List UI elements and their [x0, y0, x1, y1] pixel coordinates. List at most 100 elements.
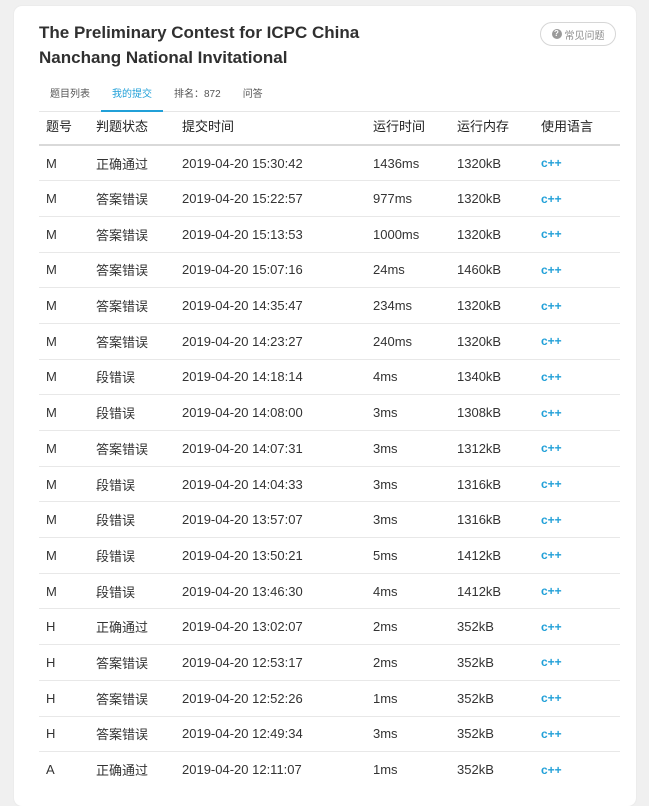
question-circle-icon: ? — [551, 29, 562, 39]
run-time-cell: 3ms — [366, 394, 450, 431]
problem-id-cell: M — [39, 501, 89, 539]
status-cell: 段错误 — [89, 537, 175, 574]
status-cell: 答案错误 — [89, 716, 175, 753]
run-time-cell: 234ms — [366, 287, 450, 324]
status-cell: 答案错误 — [89, 430, 175, 467]
table-body: M 正确通过 2019-04-20 15:30:42 1436ms 1320kB c++ M… — [39, 145, 620, 787]
run-time-cell: 4ms — [366, 573, 450, 610]
faq-button[interactable]: ? 常见问题 — [540, 22, 616, 46]
run-time-cell: 2ms — [366, 608, 450, 646]
language-link[interactable]: c++ — [534, 430, 620, 467]
memory-cell: 1308kB — [450, 394, 534, 431]
status-cell: 段错误 — [89, 359, 175, 396]
submit-time-cell: 2019-04-20 14:08:00 — [175, 394, 366, 431]
table-row: M 段错误 2019-04-20 13:46:30 4ms 1412kB c++ — [39, 573, 620, 610]
run-time-cell: 5ms — [366, 537, 450, 574]
submit-time-cell: 2019-04-20 14:18:14 — [175, 359, 366, 396]
run-time-cell: 2ms — [366, 644, 450, 681]
problem-id-cell: M — [39, 145, 89, 182]
language-link[interactable]: c++ — [534, 216, 620, 253]
submit-time-cell: 2019-04-20 15:13:53 — [175, 216, 366, 253]
submit-time-cell: 2019-04-20 15:22:57 — [175, 180, 366, 217]
status-cell: 正确通过 — [89, 145, 175, 182]
language-link[interactable]: c++ — [534, 359, 620, 396]
memory-cell: 1316kB — [450, 501, 534, 539]
problem-id-cell: M — [39, 359, 89, 396]
submit-time-cell: 2019-04-20 12:11:07 — [182, 762, 302, 778]
table-row: M 答案错误 2019-04-20 15:07:16 24ms 1460kB c++ — [39, 252, 620, 289]
language-link[interactable]: c++ — [534, 716, 620, 753]
problem-id-cell: M — [39, 466, 89, 503]
language-link[interactable]: c++ — [534, 537, 620, 574]
header-run-time: 运行时间 — [366, 107, 450, 146]
language-link[interactable]: c++ — [534, 501, 620, 539]
problem-id-cell: M — [39, 252, 89, 289]
memory-cell: 1460kB — [450, 252, 534, 289]
language-link[interactable]: c++ — [534, 573, 620, 610]
memory-cell: 1320kB — [450, 145, 534, 182]
language-link[interactable]: c++ — [534, 466, 620, 503]
language-link[interactable]: c++ — [534, 752, 620, 788]
status-cell: 段错误 — [89, 394, 175, 431]
problem-id-cell: M — [39, 287, 89, 324]
problem-id-cell: H — [39, 608, 89, 646]
run-time-cell: 4ms — [366, 359, 450, 396]
memory-cell: 1320kB — [450, 216, 534, 253]
submit-time-cell: 2019-04-20 12:52:26 — [175, 680, 366, 717]
table-row: M 段错误 2019-04-20 14:04:33 3ms 1316kB c++ — [39, 466, 620, 503]
status-cell: 答案错误 — [89, 323, 175, 360]
language-link[interactable]: c++ — [534, 145, 620, 182]
submit-time-cell: 2019-04-20 13:50:21 — [175, 537, 366, 574]
table-row: M 正确通过 2019-04-20 15:30:42 1436ms 1320kB c++ — [39, 145, 620, 182]
run-time-cell: 1ms — [366, 680, 450, 717]
memory-cell: 352kB — [450, 680, 534, 717]
table-row: M 答案错误 2019-04-20 14:07:31 3ms 1312kB c++ — [39, 430, 620, 467]
language-link[interactable]: c++ — [534, 252, 620, 289]
status-cell: 段错误 — [89, 466, 175, 503]
submit-time-cell: 2019-04-20 13:02:07 — [175, 608, 366, 646]
status-cell: 答案错误 — [89, 644, 175, 681]
status-cell: 答案错误 — [89, 287, 175, 324]
faq-label: 常见问题 — [564, 30, 605, 42]
table-row: A 正确通过 2019-04-20 12:11:07 1ms 352kB c++ — [39, 752, 620, 788]
language-link[interactable]: c++ — [534, 323, 620, 360]
memory-cell: 1320kB — [450, 323, 534, 360]
table-row: M 答案错误 2019-04-20 15:13:53 1000ms 1320kB c++ — [39, 216, 620, 253]
contest-title: The Preliminary Contest for ICPC China N… — [39, 23, 360, 67]
problem-id-cell: H — [39, 644, 89, 681]
table-row: M 段错误 2019-04-20 13:57:07 3ms 1316kB c++ — [39, 501, 620, 539]
submit-time-cell: 2019-04-20 12:49:34 — [175, 716, 366, 753]
problem-id-cell: H — [39, 716, 89, 753]
language-link[interactable]: c++ — [534, 394, 620, 431]
submit-time-cell: 2019-04-20 12:53:17 — [175, 644, 366, 681]
language-link[interactable]: c++ — [534, 644, 620, 681]
table-row: M 答案错误 2019-04-20 14:35:47 234ms 1320kB c++ — [39, 287, 620, 324]
problem-id-cell: A — [46, 762, 55, 778]
memory-cell: 1316kB — [450, 466, 534, 503]
status-cell: 段错误 — [89, 573, 175, 610]
header-memory: 运行内存 — [450, 107, 534, 146]
run-time-cell: 3ms — [366, 466, 450, 503]
memory-cell: 352kB — [457, 762, 494, 778]
status-cell: 答案错误 — [89, 216, 175, 253]
memory-cell: 1412kB — [450, 537, 534, 574]
submit-time-cell: 2019-04-20 15:07:16 — [175, 252, 366, 289]
problem-id-cell: M — [39, 180, 89, 217]
status-cell: 答案错误 — [89, 252, 175, 289]
memory-cell: 1320kB — [450, 180, 534, 217]
header-language: 使用语言 — [534, 107, 620, 146]
table-row: M 段错误 2019-04-20 14:08:00 3ms 1308kB c++ — [39, 394, 620, 431]
language-link[interactable]: c++ — [534, 608, 620, 646]
language-link[interactable]: c++ — [534, 680, 620, 717]
submit-time-cell: 2019-04-20 15:30:42 — [175, 145, 366, 182]
submit-time-cell: 2019-04-20 14:23:27 — [175, 323, 366, 360]
run-time-cell: 3ms — [366, 430, 450, 467]
table-row: H 正确通过 2019-04-20 13:02:07 2ms 352kB c++ — [39, 608, 620, 646]
language-link[interactable]: c++ — [534, 180, 620, 217]
problem-id-cell: M — [39, 537, 89, 574]
memory-cell: 352kB — [450, 644, 534, 681]
problem-id-cell: M — [39, 323, 89, 360]
table-row: M 答案错误 2019-04-20 14:23:27 240ms 1320kB c++ — [39, 323, 620, 360]
memory-cell: 352kB — [450, 716, 534, 753]
language-link[interactable]: c++ — [534, 287, 620, 324]
